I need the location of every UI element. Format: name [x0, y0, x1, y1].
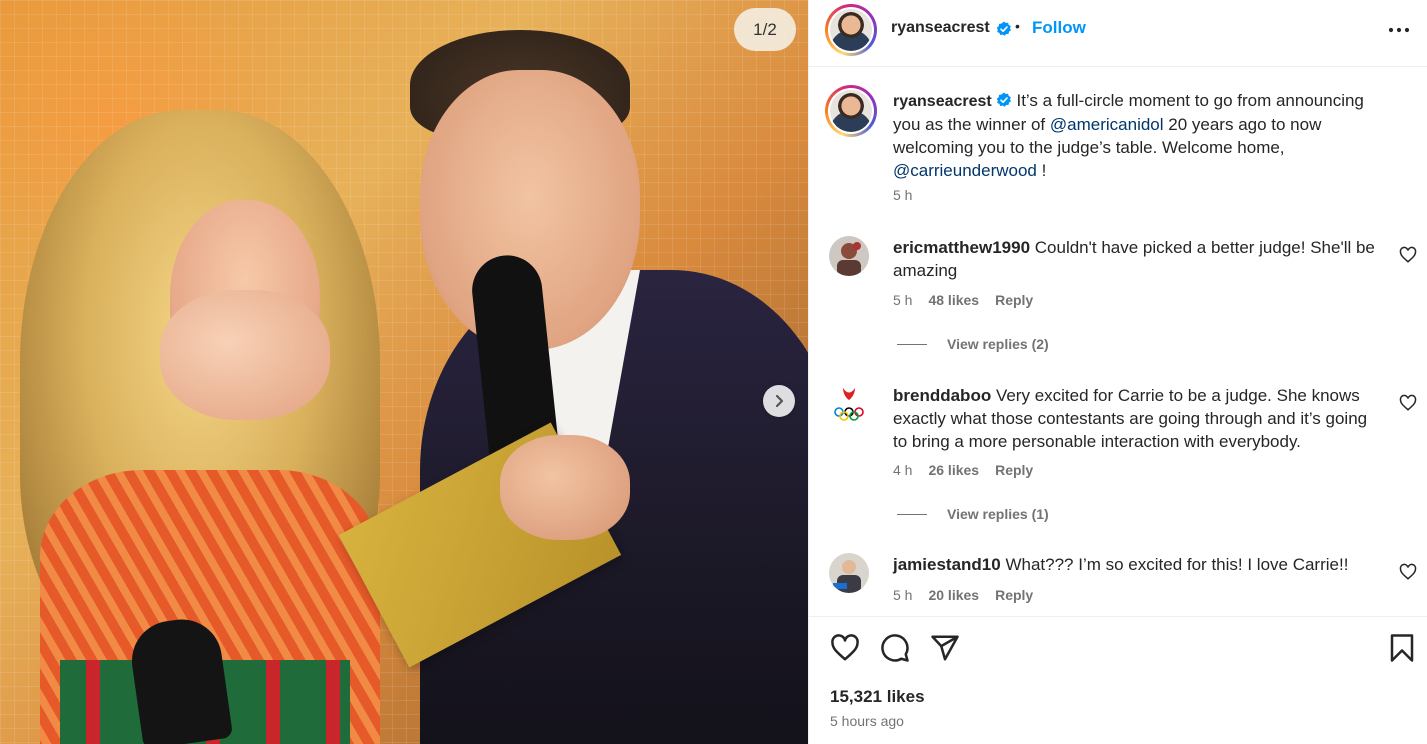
post-time[interactable]: 5 hours ago: [830, 713, 904, 729]
media-counter: 1/2: [734, 8, 796, 51]
reply-button[interactable]: Reply: [995, 292, 1033, 308]
photo-person-left-hand: [160, 290, 330, 420]
comment-time[interactable]: 4 h: [893, 462, 912, 478]
comment-text: brenddaboo Very excited for Carrie to be…: [893, 384, 1383, 453]
divider-line: [897, 343, 927, 345]
comment-icon[interactable]: [880, 633, 910, 663]
send-icon[interactable]: [930, 633, 960, 663]
comment-meta: 5 h 48 likes Reply: [893, 292, 1033, 308]
commenter-avatar[interactable]: [829, 384, 869, 424]
comment-likes[interactable]: 26 likes: [928, 462, 979, 478]
caption-text-part: !: [1041, 161, 1047, 180]
author-avatar[interactable]: [825, 4, 877, 56]
verified-badge-icon: [992, 21, 1012, 40]
commenter-avatar[interactable]: [829, 553, 869, 593]
comment-time[interactable]: 5 h: [893, 292, 912, 308]
view-replies-label: View replies (1): [947, 506, 1049, 522]
comment-text: jamiestand10 What??? I’m so excited for …: [893, 553, 1383, 576]
caption-author-avatar[interactable]: [825, 85, 877, 137]
comment-like-icon[interactable]: [1399, 394, 1417, 412]
heart-icon[interactable]: [830, 633, 860, 663]
comment-meta: 4 h 26 likes Reply: [893, 462, 1033, 478]
post-header: ryanseacrest • Follow: [809, 0, 1427, 67]
mention-link[interactable]: @americanidol: [1050, 115, 1164, 134]
comment-text: ericmatthew1990 Couldn't have picked a b…: [893, 236, 1383, 282]
reply-button[interactable]: Reply: [995, 587, 1033, 603]
commenter-username[interactable]: brenddaboo: [893, 386, 991, 405]
caption-time[interactable]: 5 h: [893, 187, 912, 203]
bookmark-icon[interactable]: [1387, 633, 1417, 663]
post-side-panel: ryanseacrest • Follow ryanseacrest It’s …: [808, 0, 1427, 744]
caption-text: ryanseacrest It’s a full-circle moment t…: [893, 89, 1393, 182]
likes-count[interactable]: 15,321 likes: [830, 687, 925, 707]
reply-button[interactable]: Reply: [995, 462, 1033, 478]
comment-time[interactable]: 5 h: [893, 587, 912, 603]
verified-badge-icon: [996, 92, 1011, 107]
divider-line: [897, 513, 927, 515]
comment-body: What??? I’m so excited for this! I love …: [1005, 555, 1349, 574]
comment-meta: 5 h 20 likes Reply: [893, 587, 1033, 603]
commenter-username[interactable]: ericmatthew1990: [893, 238, 1030, 257]
author-username[interactable]: ryanseacrest: [891, 19, 990, 37]
view-replies-label: View replies (2): [947, 336, 1049, 352]
follow-button[interactable]: Follow: [1032, 18, 1086, 38]
post-media[interactable]: 1/2: [0, 0, 808, 744]
caption-username[interactable]: ryanseacrest: [893, 93, 992, 110]
comment-like-icon[interactable]: [1399, 246, 1417, 264]
mention-link[interactable]: @carrieunderwood: [893, 161, 1037, 180]
post-actions: 15,321 likes 5 hours ago: [809, 616, 1427, 744]
view-replies-button[interactable]: View replies (1): [897, 506, 1049, 522]
photo-person-right-hand: [500, 435, 630, 540]
comment-likes[interactable]: 20 likes: [928, 587, 979, 603]
commenter-avatar[interactable]: [829, 236, 869, 276]
view-replies-button[interactable]: View replies (2): [897, 336, 1049, 352]
commenter-username[interactable]: jamiestand10: [893, 555, 1001, 574]
comment-likes[interactable]: 48 likes: [928, 292, 979, 308]
chevron-right-icon: [775, 394, 784, 408]
next-media-button[interactable]: [763, 385, 795, 417]
header-separator: •: [1015, 18, 1020, 34]
more-horizontal-icon[interactable]: [1387, 22, 1411, 38]
comment-like-icon[interactable]: [1399, 563, 1417, 581]
